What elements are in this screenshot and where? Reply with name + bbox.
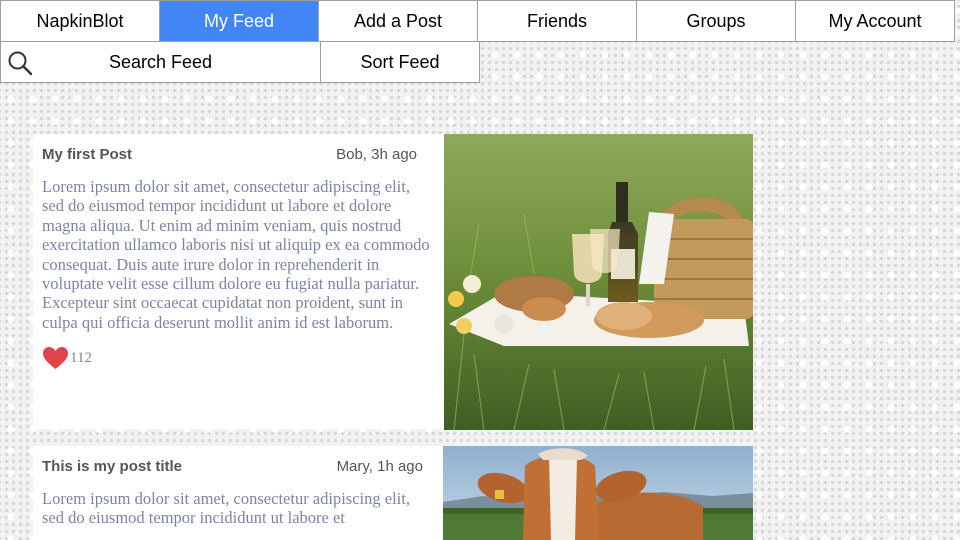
sort-feed-label: Sort Feed <box>360 51 440 72</box>
post-card: My first Post Bob, 3h ago Lorem ipsum do… <box>33 134 444 429</box>
post-title[interactable]: This is my post title <box>42 458 182 475</box>
post-author-time: Bob, 3h ago <box>336 145 417 163</box>
post-body: Lorem ipsum dolor sit amet, consectetur … <box>42 489 410 528</box>
post-body: Lorem ipsum dolor sit amet, consectetur … <box>42 177 430 332</box>
nav-home-napkinblot[interactable]: NapkinBlot <box>0 0 160 42</box>
post-title[interactable]: My first Post <box>42 146 132 163</box>
search-icon <box>8 51 33 76</box>
nav-my-feed[interactable]: My Feed <box>159 0 319 42</box>
search-feed-label: Search Feed <box>108 51 213 72</box>
picnic-photo[interactable] <box>444 134 753 430</box>
post-author-time: Mary, 1h ago <box>336 457 423 475</box>
nav-friends[interactable]: Friends <box>477 0 637 42</box>
feed-toolbar: Search Feed Sort Feed <box>0 41 480 83</box>
post-card: This is my post title Mary, 1h ago Lorem… <box>33 446 444 540</box>
like-count: 112 <box>70 349 92 366</box>
heart-icon[interactable] <box>42 346 69 370</box>
cow-illustration <box>443 446 753 540</box>
like-row: 112 <box>42 346 435 370</box>
nav-my-account[interactable]: My Account <box>795 0 955 42</box>
search-feed-button[interactable]: Search Feed <box>0 41 321 83</box>
nav-groups[interactable]: Groups <box>636 0 796 42</box>
top-nav: NapkinBlot My Feed Add a Post Friends Gr… <box>0 0 960 42</box>
sort-feed-button[interactable]: Sort Feed <box>320 41 480 83</box>
picnic-illustration <box>444 134 753 430</box>
nav-add-post[interactable]: Add a Post <box>318 0 478 42</box>
cow-photo[interactable] <box>443 446 753 540</box>
